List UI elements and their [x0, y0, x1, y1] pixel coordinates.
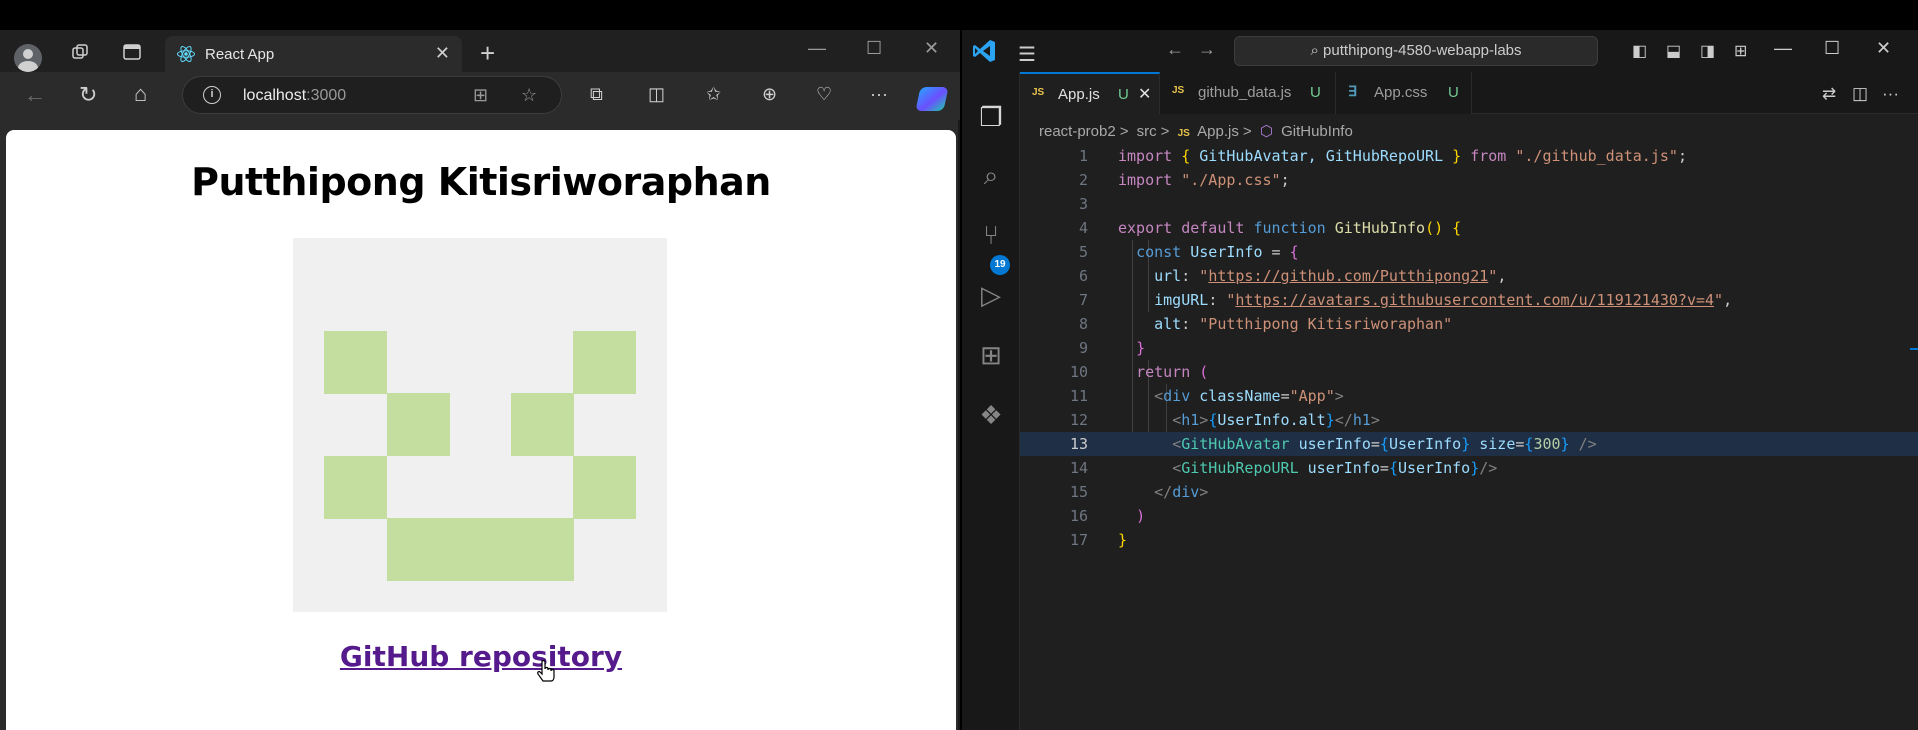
code-line: 15 </div> — [1069, 483, 1209, 501]
favorite-star-icon[interactable]: ☆ — [521, 85, 537, 106]
favorites-icon[interactable]: ✩ — [706, 84, 721, 105]
search-icon: ⌕ — [1310, 42, 1324, 59]
url-text: localhost:3000 — [243, 87, 347, 104]
code-editor[interactable]: 1 import { GitHubAvatar, GitHubRepoURL } … — [1020, 144, 1918, 730]
extensions-icon[interactable]: ⧉ — [590, 84, 603, 105]
copilot-icon[interactable] — [915, 87, 949, 111]
command-center-search[interactable]: ⌕ putthipong-4580-webapp-labs — [1234, 36, 1598, 66]
activity-bar: ❐ ⌕ ⑂ 19 ▷ ⊞ ❖ — [962, 72, 1020, 730]
code-line: 12 <h1>{UserInfo.alt}</h1> — [1069, 411, 1380, 429]
more-icon[interactable]: ··· — [870, 84, 888, 105]
code-line: 4 export default function GitHubInfo() { — [1078, 219, 1462, 237]
scrollbar-marker — [1910, 348, 1918, 350]
back-icon[interactable]: ← — [24, 82, 46, 108]
code-line: 1 import { GitHubAvatar, GitHubRepoURL } … — [1078, 147, 1687, 165]
code-line: 16 ) — [1069, 507, 1146, 525]
apps-icon[interactable]: ⊞ — [473, 85, 488, 106]
screen-top-bar — [0, 0, 1918, 30]
minimize-icon[interactable]: — — [808, 38, 826, 59]
extensions-icon[interactable]: ⊞ — [976, 340, 1006, 370]
split-editor-icon[interactable]: ◫ — [1852, 84, 1868, 104]
more-actions-icon[interactable]: ··· — [1882, 84, 1899, 104]
code-line: 9 } — [1078, 339, 1146, 357]
breadcrumb-folder-react-prob2[interactable]: react-prob2 — [1039, 123, 1116, 140]
github-avatar — [293, 238, 667, 612]
vscode-window: ☰ ← → ⌕ putthipong-4580-webapp-labs ◧ ⬓ … — [962, 30, 1918, 730]
code-line: 2 import "./App.css"; — [1078, 171, 1290, 189]
forward-icon[interactable]: → — [1198, 39, 1216, 60]
explorer-icon[interactable]: ❐ — [976, 102, 1006, 132]
customize-layout-icon[interactable]: ⊞ — [1734, 41, 1747, 61]
split-screen-icon[interactable]: ◫ — [648, 84, 665, 105]
tab-actions-icon[interactable] — [120, 40, 144, 64]
maximize-icon[interactable]: ☐ — [866, 38, 882, 59]
page-heading: Putthipong Kitisriworaphan — [191, 160, 771, 204]
hand-cursor-icon — [537, 660, 555, 682]
toggle-panel-icon[interactable]: ⬓ — [1666, 41, 1681, 61]
breadcrumb: react-prob2 > src > JS App.js > ⬡ GitHubInf… — [1039, 123, 1353, 140]
profile-icon[interactable] — [14, 44, 42, 72]
github-repository-link[interactable]: GitHub repository — [6, 640, 956, 673]
vscode-logo-icon — [973, 40, 995, 62]
run-debug-icon[interactable]: ▷ — [976, 280, 1006, 310]
code-line: 10 return ( — [1069, 363, 1209, 381]
react-icon — [177, 45, 195, 63]
css-file-icon: ∃ — [1348, 83, 1357, 99]
back-icon[interactable]: ← — [1166, 39, 1184, 60]
breadcrumb-folder-src[interactable]: src — [1137, 123, 1157, 140]
minimize-icon[interactable]: — — [1774, 38, 1792, 59]
collections-icon[interactable]: ⊕ — [762, 84, 777, 105]
code-line: 8 alt: "Putthipong Kitisriworaphan" — [1078, 315, 1453, 333]
js-file-icon: JS — [1032, 87, 1045, 98]
code-line: 3 — [1078, 195, 1088, 213]
window-close-icon[interactable]: ✕ — [1876, 38, 1891, 59]
function-symbol-icon: ⬡ — [1259, 123, 1273, 140]
vscode-title-bar: ☰ ← → ⌕ putthipong-4580-webapp-labs ◧ ⬓ … — [962, 30, 1918, 72]
source-control-icon[interactable]: ⑂ — [976, 220, 1006, 250]
toggle-secondary-sidebar-icon[interactable]: ◨ — [1700, 41, 1715, 61]
code-line: 5 const UserInfo = { — [1078, 243, 1299, 261]
python-icon[interactable]: ❖ — [976, 400, 1006, 430]
browser-window: React App ✕ + — ☐ ✕ ← ↻ ⌂ i localhost:30… — [0, 30, 960, 730]
tab-title: React App — [205, 46, 275, 63]
editor-tab-bar: JS App.js U ✕ JS github_data.js U ∃ App.… — [1020, 72, 1918, 114]
search-icon[interactable]: ⌕ — [976, 160, 1006, 190]
code-line: 14 <GitHubRepoURL userInfo={UserInfo}/> — [1069, 459, 1498, 477]
breadcrumb-symbol[interactable]: GitHubInfo — [1281, 123, 1353, 140]
open-changes-icon[interactable]: ⇄ — [1822, 84, 1836, 104]
window-close-icon[interactable]: ✕ — [924, 38, 939, 59]
editor-tab-github-data-js[interactable]: JS github_data.js U — [1160, 72, 1336, 114]
source-control-badge: 19 — [990, 255, 1010, 275]
breadcrumb-file[interactable]: App.js — [1197, 123, 1239, 140]
code-line-current: 13 <GitHubAvatar userInfo={UserInfo} siz… — [1020, 432, 1918, 456]
editor-tab-app-js[interactable]: JS App.js U ✕ — [1020, 72, 1160, 114]
editor-tab-app-css[interactable]: ∃ App.css U — [1336, 72, 1472, 114]
page-viewport: Putthipong Kitisriworaphan GitHub reposi… — [6, 130, 956, 730]
menu-icon[interactable]: ☰ — [1018, 42, 1036, 67]
new-tab-icon[interactable]: + — [480, 38, 495, 69]
code-line: 11 <div className="App"> — [1069, 387, 1344, 405]
home-icon[interactable]: ⌂ — [134, 81, 147, 107]
address-bar[interactable]: i localhost:3000 ⊞ ☆ — [182, 76, 562, 114]
code-line: 7 imgURL: "https://avatars.githubusercon… — [1078, 291, 1733, 309]
code-line: 6 url: "https://github.com/Putthipong21"… — [1078, 267, 1507, 285]
refresh-icon[interactable]: ↻ — [79, 82, 97, 108]
tab-react-app[interactable]: React App ✕ — [165, 36, 462, 72]
js-file-icon: JS — [1177, 128, 1190, 139]
close-icon[interactable]: ✕ — [1138, 84, 1151, 104]
browser-essentials-icon[interactable]: ♡ — [816, 84, 832, 105]
code-line: 17} — [1069, 531, 1128, 549]
maximize-icon[interactable]: ☐ — [1824, 38, 1840, 59]
browser-tab-strip: React App ✕ + — ☐ ✕ — [0, 30, 960, 72]
info-icon[interactable]: i — [203, 86, 221, 104]
close-icon[interactable]: ✕ — [435, 43, 450, 64]
browser-toolbar: ← ↻ ⌂ i localhost:3000 ⊞ ☆ ⧉ ◫ ✩ ⊕ ♡ ··· — [0, 72, 960, 120]
toggle-sidebar-icon[interactable]: ◧ — [1632, 41, 1647, 61]
workspaces-icon[interactable] — [68, 40, 92, 64]
js-file-icon: JS — [1172, 85, 1185, 96]
